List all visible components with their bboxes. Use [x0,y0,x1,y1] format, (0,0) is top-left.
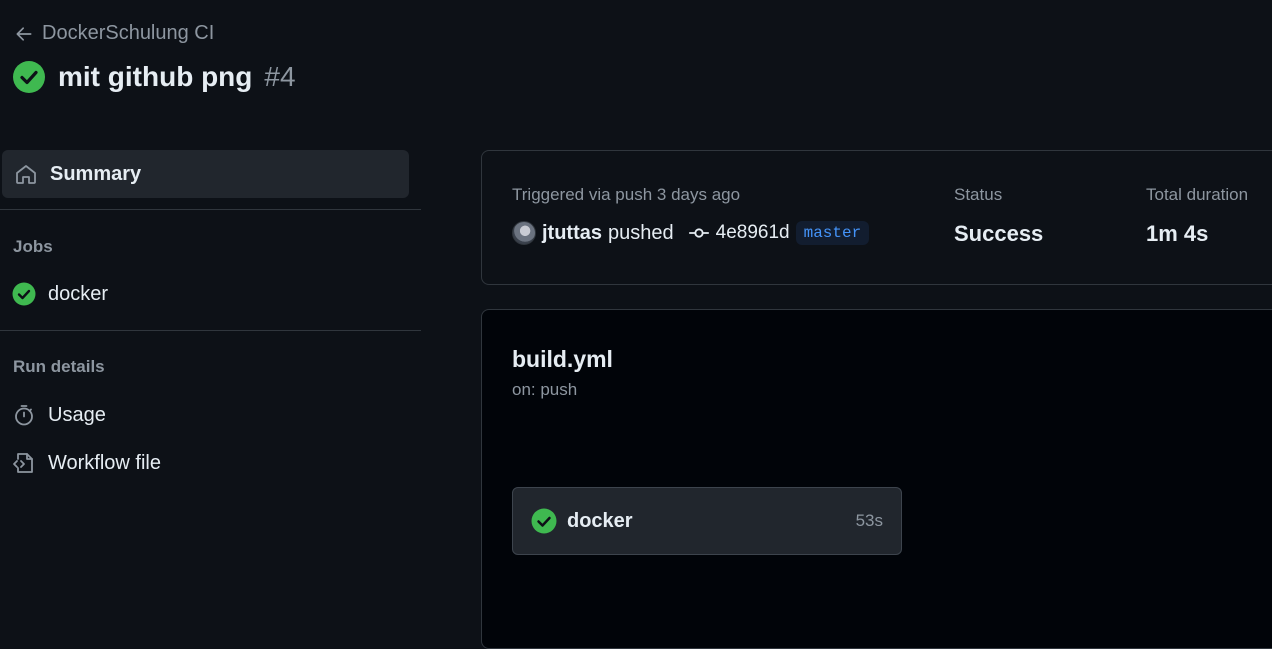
push-action-text: pushed [608,221,674,244]
job-duration: 53s [855,511,883,530]
file-code-icon [13,453,33,473]
git-commit-icon [688,228,709,238]
sidebar-item-workflow-file[interactable]: Workflow file [12,451,161,475]
back-to-workflow-link[interactable]: DockerSchulung CI [14,22,214,45]
stopwatch-icon [15,405,33,426]
commit-sha: 4e8961d [715,222,790,243]
home-icon [16,165,36,184]
sidebar-item-job-docker[interactable]: docker [12,282,108,306]
commit-info: jtuttas pushed 4e8961d master [512,221,870,245]
status-value: Success [954,221,1044,246]
status-label: Status [954,185,1003,204]
page-title: mit github png #4 [12,60,296,94]
sidebar-item-usage[interactable]: Usage [12,403,106,427]
run-summary-card: Triggered via push 3 days ago jtuttas pu… [481,150,1272,285]
job-node-docker[interactable]: docker 53s [512,487,902,555]
duration-label: Total duration [1146,185,1249,204]
avatar[interactable] [512,221,536,245]
success-check-icon [531,508,557,534]
sidebar-item-label: Summary [50,162,142,185]
workflow-graph-card: build.yml on: push docker 53s [481,309,1272,649]
workflow-file-name: build.yml [512,346,613,372]
sidebar-item-label: Workflow file [48,451,161,474]
sidebar-item-summary[interactable]: Summary [2,150,409,198]
sidebar-item-label: docker [48,282,109,305]
user-link[interactable]: jtuttas [542,222,602,245]
duration-value: 1m 4s [1146,221,1209,246]
run-number: #4 [264,61,296,92]
trigger-text: Triggered via push 3 days ago [512,185,741,204]
branch-badge[interactable]: master [795,221,870,245]
job-name: docker [567,509,633,532]
success-check-icon [13,61,45,93]
sidebar-item-label: Usage [48,403,106,426]
workflow-trigger: on: push [512,380,578,399]
back-link-label: DockerSchulung CI [42,22,215,44]
divider [0,330,421,331]
success-check-icon [12,282,36,306]
commit-link[interactable]: 4e8961d [688,222,790,244]
divider [0,209,421,210]
jobs-heading: Jobs [13,237,53,256]
run-details-heading: Run details [13,357,105,376]
arrow-left-icon [16,26,32,41]
run-title-text: mit github png [58,61,253,92]
